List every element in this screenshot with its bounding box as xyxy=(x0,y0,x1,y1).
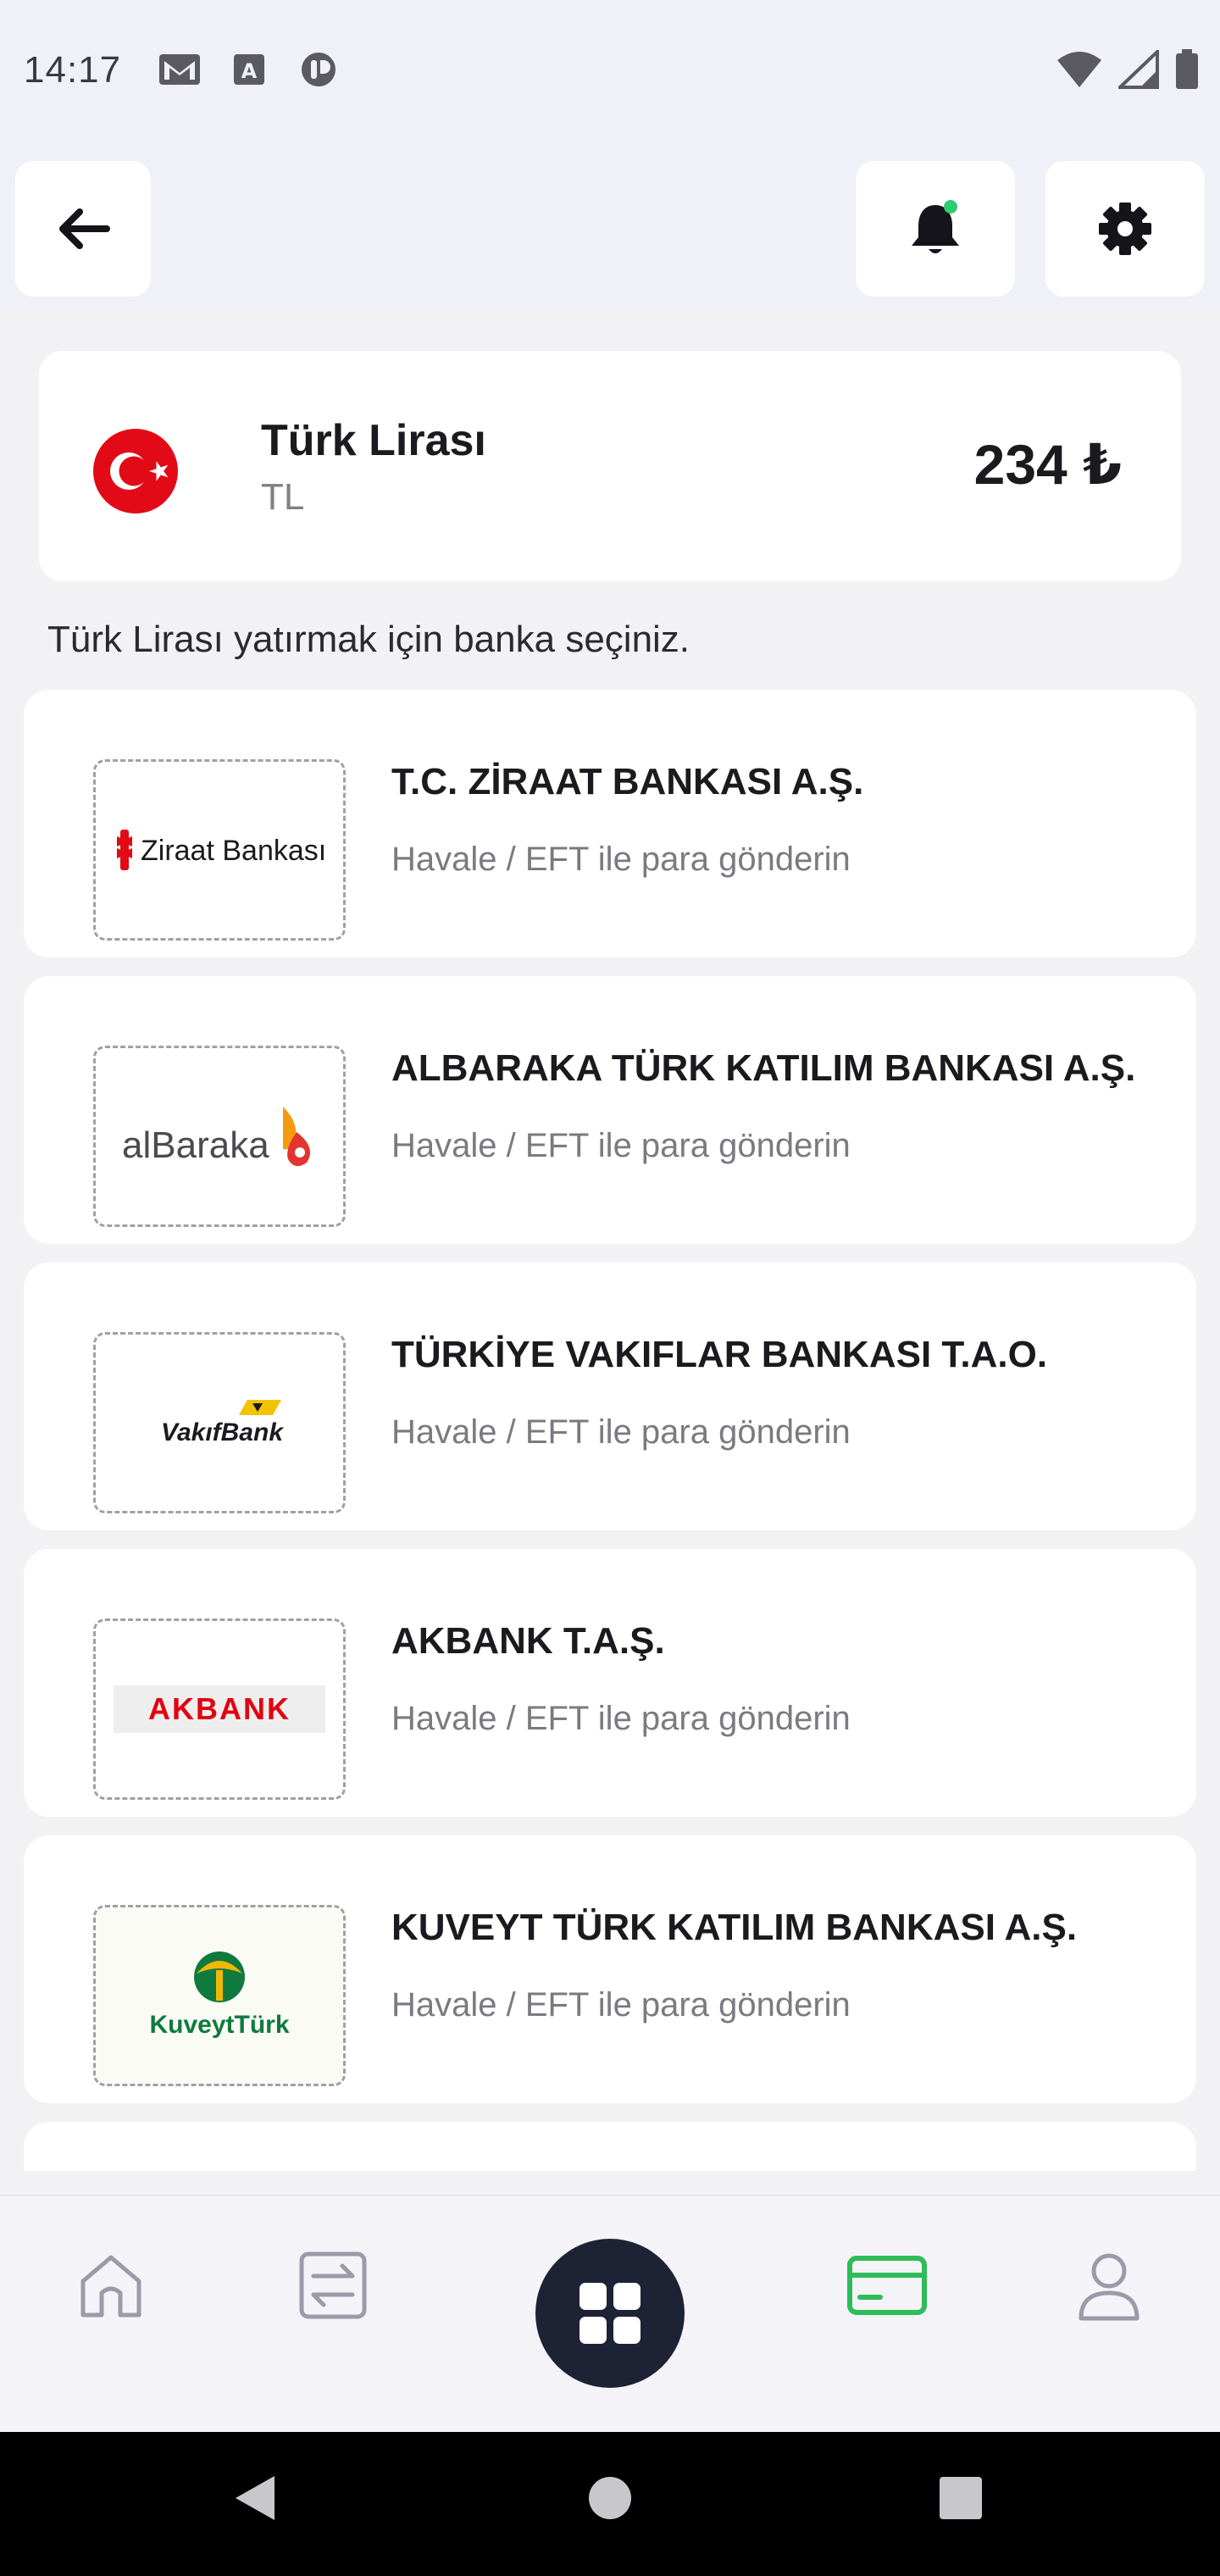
bank-card-ziraat[interactable]: Ziraat Bankası T.C. ZİRAAT BANKASI A.Ş. … xyxy=(24,690,1196,958)
bank-logo-kuveytturk: KuveytTürk xyxy=(93,1905,346,2086)
vakifbank-logo: VakıfBank xyxy=(161,1400,284,1446)
bank-logo-akbank: AKBANK xyxy=(93,1618,346,1800)
apps-grid-icon xyxy=(580,2283,640,2344)
currency-name: Türk Lirası xyxy=(261,416,486,465)
home-circle-icon xyxy=(589,2477,631,2519)
translate-icon: A xyxy=(234,54,264,85)
notifications-button[interactable] xyxy=(856,161,1015,297)
balance-card[interactable]: Türk Lirası TL 234 ₺ xyxy=(39,351,1181,581)
cell-signal-icon xyxy=(1118,50,1159,89)
system-home-button[interactable] xyxy=(576,2464,644,2532)
system-back-button[interactable] xyxy=(220,2464,288,2532)
bank-subtitle: Havale / EFT ile para gönderin xyxy=(391,1413,851,1451)
bank-card-vakifbank[interactable]: VakıfBank TÜRKİYE VAKIFLAR BANKASI T.A.O… xyxy=(24,1263,1196,1530)
arrow-left-icon xyxy=(59,208,110,249)
bank-list[interactable]: Ziraat Bankası T.C. ZİRAAT BANKASI A.Ş. … xyxy=(24,690,1196,2171)
bank-card-albaraka[interactable]: alBaraka ALBARAKA TÜRK KATILIM BANKASI A… xyxy=(24,976,1196,1244)
system-navigation-bar xyxy=(0,2432,1220,2576)
transfer-icon xyxy=(299,2251,367,2319)
bank-name: T.C. ZİRAAT BANKASI A.Ş. xyxy=(391,761,864,802)
back-triangle-icon xyxy=(236,2476,274,2520)
bank-logo-albaraka: alBaraka xyxy=(93,1046,346,1227)
bank-name: KUVEYT TÜRK KATILIM BANKASI A.Ş. xyxy=(391,1907,1078,1948)
nav-transfer[interactable] xyxy=(286,2239,380,2332)
nav-profile[interactable] xyxy=(1062,2239,1156,2332)
bank-logo-vakifbank: VakıfBank xyxy=(93,1332,346,1513)
bell-icon xyxy=(912,200,959,253)
status-time: 14:17 xyxy=(24,49,122,91)
battery-icon xyxy=(1176,49,1198,89)
bank-name: TÜRKİYE VAKIFLAR BANKASI T.A.O. xyxy=(391,1334,1048,1375)
notification-dot xyxy=(944,200,957,214)
nav-cards[interactable] xyxy=(840,2239,934,2332)
balance-amount: 234 ₺ xyxy=(973,433,1122,496)
bank-subtitle: Havale / EFT ile para gönderin xyxy=(391,841,851,878)
back-button[interactable] xyxy=(15,161,151,297)
bank-subtitle: Havale / EFT ile para gönderin xyxy=(391,1700,851,1737)
ziraat-logo-text: Ziraat Bankası xyxy=(141,835,325,867)
app-notification-icon xyxy=(302,53,336,86)
vakifbank-logo-text: VakıfBank xyxy=(161,1418,284,1446)
ziraat-logo: Ziraat Bankası xyxy=(117,830,325,870)
bank-logo-ziraat: Ziraat Bankası xyxy=(93,759,346,941)
status-bar: 14:17 A xyxy=(0,0,1220,153)
gear-icon xyxy=(1099,203,1151,255)
settings-button[interactable] xyxy=(1045,161,1205,297)
status-icons-left: A xyxy=(158,51,341,88)
currency-code: TL xyxy=(261,476,305,518)
bank-name: AKBANK T.A.Ş. xyxy=(391,1620,665,1662)
status-icons-right xyxy=(1056,49,1200,90)
akbank-logo-text: AKBANK xyxy=(148,1691,291,1726)
bottom-navigation xyxy=(0,2195,1220,2432)
wifi-icon xyxy=(1057,52,1101,87)
home-icon xyxy=(80,2255,141,2318)
bank-card-kuveytturk[interactable]: KuveytTürk KUVEYT TÜRK KATILIM BANKASI A… xyxy=(24,1835,1196,2103)
card-icon xyxy=(847,2256,927,2315)
bank-subtitle: Havale / EFT ile para gönderin xyxy=(391,1127,851,1164)
bank-card-partial[interactable] xyxy=(24,2122,1196,2171)
profile-icon xyxy=(1079,2253,1140,2321)
bank-subtitle: Havale / EFT ile para gönderin xyxy=(391,1986,851,2024)
recents-square-icon xyxy=(940,2477,982,2519)
akbank-logo: AKBANK xyxy=(114,1685,325,1733)
top-bar xyxy=(0,153,1220,312)
system-recents-button[interactable] xyxy=(927,2464,995,2532)
svg-text:A: A xyxy=(241,59,258,83)
bank-card-akbank[interactable]: AKBANK AKBANK T.A.Ş. Havale / EFT ile pa… xyxy=(24,1549,1196,1817)
nav-home[interactable] xyxy=(64,2239,158,2332)
nav-apps-button[interactable] xyxy=(535,2239,685,2388)
turkey-flag-icon xyxy=(93,429,178,514)
instruction-text: Türk Lirası yatırmak için banka seçiniz. xyxy=(47,619,690,660)
albaraka-logo: alBaraka xyxy=(122,1107,310,1167)
kuveytturk-logo: KuveytTürk xyxy=(149,1951,290,2039)
albaraka-logo-text: alBaraka xyxy=(122,1124,269,1166)
kuveytturk-logo-text: KuveytTürk xyxy=(149,2011,289,2039)
bank-name: ALBARAKA TÜRK KATILIM BANKASI A.Ş. xyxy=(391,1047,1136,1089)
gmail-icon xyxy=(159,54,200,85)
